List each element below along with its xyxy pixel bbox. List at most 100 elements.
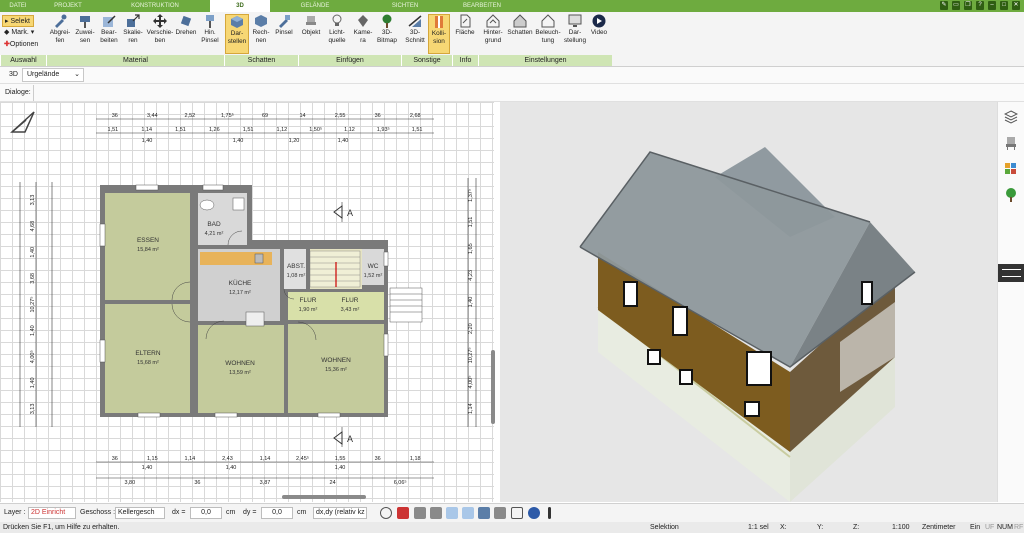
insert-camera-label: Kame- ra xyxy=(353,29,373,44)
grid-snap-icon[interactable] xyxy=(430,507,442,519)
edit-material-button[interactable]: Bear- beiten xyxy=(97,14,121,54)
dimension-label: 1,75⁵ xyxy=(221,112,234,119)
dimension-row-top: 36 3,44 2,52 1,75⁵ 69 14 2,55 36 2,68 xyxy=(112,112,421,119)
chair-icon[interactable] xyxy=(1004,136,1018,150)
insert-camera-button[interactable]: Kame- ra xyxy=(352,14,374,54)
room-area: 1,52 m² xyxy=(364,273,383,279)
tab-projekt[interactable]: PROJEKT xyxy=(36,0,100,12)
dimension-label: 3,13 xyxy=(30,404,36,415)
shadow-brush-icon xyxy=(279,15,290,28)
dimension-label: 1,12 xyxy=(344,127,355,133)
3d-view[interactable] xyxy=(500,102,997,502)
tree-icon[interactable] xyxy=(1004,188,1018,202)
terrain-select[interactable]: Urgelände ⌄ xyxy=(22,68,84,82)
tab-datei[interactable]: DATEI xyxy=(0,0,36,12)
status-z: Z: xyxy=(853,524,860,531)
dimension-label: 4,00⁵ xyxy=(467,376,474,389)
status-x: X: xyxy=(780,524,787,531)
shadow-settings-label: Schatten xyxy=(507,29,533,36)
tab-bearbeiten[interactable]: BEARBEITEN xyxy=(450,0,514,12)
dimension-label: 2,20 xyxy=(468,323,474,334)
grid-icon[interactable] xyxy=(511,507,523,519)
clock-icon[interactable] xyxy=(380,507,392,519)
area-button[interactable]: Fläche xyxy=(454,14,476,54)
layer-select[interactable]: 2D Einricht xyxy=(28,507,76,519)
palette-icon[interactable] xyxy=(1004,162,1018,176)
room-area: 1,08 m² xyxy=(287,273,306,279)
move-material-button[interactable]: Verschie- ben xyxy=(145,14,175,54)
rotate-material-button[interactable]: Drehen xyxy=(175,14,197,54)
snap-icon[interactable] xyxy=(414,507,426,519)
assign-material-label: Zuwei- sen xyxy=(75,29,95,44)
room-area: 15,36 m² xyxy=(325,367,347,373)
rotate-icon xyxy=(180,15,192,27)
n-icon[interactable] xyxy=(528,507,540,519)
insert-bitmap-button[interactable]: 3D- Bitmap xyxy=(376,14,398,54)
room-name: WC xyxy=(368,263,379,270)
scale-material-button[interactable]: Skalie- ren xyxy=(121,14,145,54)
monitor-record-icon[interactable] xyxy=(397,507,409,519)
tab-gelaende[interactable]: GELÄNDE xyxy=(270,0,360,12)
group-schatten: Schatten xyxy=(224,55,298,66)
lighting-label: Beleuch- tung xyxy=(535,29,561,44)
plan-horizontal-scrollbar[interactable] xyxy=(282,495,366,499)
show-shadow-button[interactable]: Dar- stellen xyxy=(225,14,249,54)
select-button[interactable]: ▸ Selekt xyxy=(2,15,34,27)
right-toolbar xyxy=(997,102,1024,502)
dx-input[interactable]: 0,0 xyxy=(190,507,222,519)
ribbon-tabs: DATEI PROJEKT KONSTRUKTION 3D GELÄNDE SI… xyxy=(0,0,1024,12)
room-name: KÜCHE xyxy=(229,279,252,287)
table-icon[interactable] xyxy=(494,507,506,519)
bottom-toolbar: Layer : 2D Einricht Geschoss : Kellerges… xyxy=(0,503,1024,522)
panel-toggle[interactable] xyxy=(998,264,1024,282)
layer-view-icon[interactable] xyxy=(478,507,490,519)
svg-text:A: A xyxy=(347,434,353,444)
close-icon[interactable]: ✕ xyxy=(1012,1,1020,10)
layout-icon[interactable]: ▭ xyxy=(952,1,960,10)
collision-button[interactable]: Kolli- sion xyxy=(428,14,450,54)
assign-material-button[interactable]: Zuwei- sen xyxy=(73,14,97,54)
video-button[interactable]: Video xyxy=(589,14,609,54)
coord-mode-select[interactable]: dx,dy (relativ kz xyxy=(313,507,367,519)
group-sonstige: Sonstige xyxy=(401,55,452,66)
line-snap-icon[interactable] xyxy=(462,507,474,519)
edit-material-label: Bear- beiten xyxy=(100,29,118,44)
brush-icon[interactable]: ✎ xyxy=(940,1,948,10)
lighting-button[interactable]: Beleuch- tung xyxy=(535,14,561,54)
options-button[interactable]: ✚Optionen xyxy=(2,39,38,51)
window-icon[interactable]: ❐ xyxy=(964,1,972,10)
display-button[interactable]: Dar- stellung xyxy=(562,14,588,54)
tab-konstruktion[interactable]: KONSTRUKTION xyxy=(100,0,210,12)
dy-unit: cm xyxy=(297,509,307,516)
shadow-brush-button[interactable]: Pinsel xyxy=(273,14,295,54)
mark-button[interactable]: ◆ Mark. ▾ xyxy=(2,27,38,39)
insert-object-button[interactable]: Objekt xyxy=(299,14,323,54)
tab-3d[interactable]: 3D xyxy=(210,0,270,12)
dimension-label: 1,51 xyxy=(412,127,423,133)
floor-plan-view[interactable]: 36 3,44 2,52 1,75⁵ 69 14 2,55 36 2,68 1,51 1,14 1,… xyxy=(0,102,494,502)
floor-select[interactable]: Kellergesch xyxy=(115,507,165,519)
tab-sichten[interactable]: SICHTEN xyxy=(360,0,450,12)
play-icon xyxy=(592,14,606,28)
view-mode: 3D xyxy=(9,71,18,78)
status-unit: Zentimeter xyxy=(922,524,956,531)
dimension-label: 1,40 xyxy=(233,138,244,144)
plan-vertical-scrollbar[interactable] xyxy=(491,350,495,424)
calc-shadow-button[interactable]: Rech- nen xyxy=(250,14,272,54)
dy-value: 0,0 xyxy=(272,509,282,516)
dy-input[interactable]: 0,0 xyxy=(261,507,293,519)
restore-icon[interactable]: □ xyxy=(1000,1,1008,10)
dimension-label: 2,45⁵ xyxy=(296,455,309,462)
help-icon[interactable]: ? xyxy=(976,1,984,10)
insert-light-button[interactable]: Licht- quelle xyxy=(324,14,350,54)
section-3d-button[interactable]: 3D- Schnitt xyxy=(403,14,427,54)
dimension-label: 1,93⁵ xyxy=(377,126,390,133)
group-einfuegen: Einfügen xyxy=(298,55,401,66)
minimize-icon[interactable]: – xyxy=(988,1,996,10)
pick-material-button[interactable]: Abgrei- fen xyxy=(48,14,72,54)
layers-icon[interactable] xyxy=(1004,110,1018,124)
background-button[interactable]: Hinter- grund xyxy=(480,14,506,54)
angle-snap-icon[interactable] xyxy=(446,507,458,519)
brush-hint-button[interactable]: Hin. Pinsel xyxy=(199,14,221,54)
shadow-settings-button[interactable]: Schatten xyxy=(506,14,534,54)
